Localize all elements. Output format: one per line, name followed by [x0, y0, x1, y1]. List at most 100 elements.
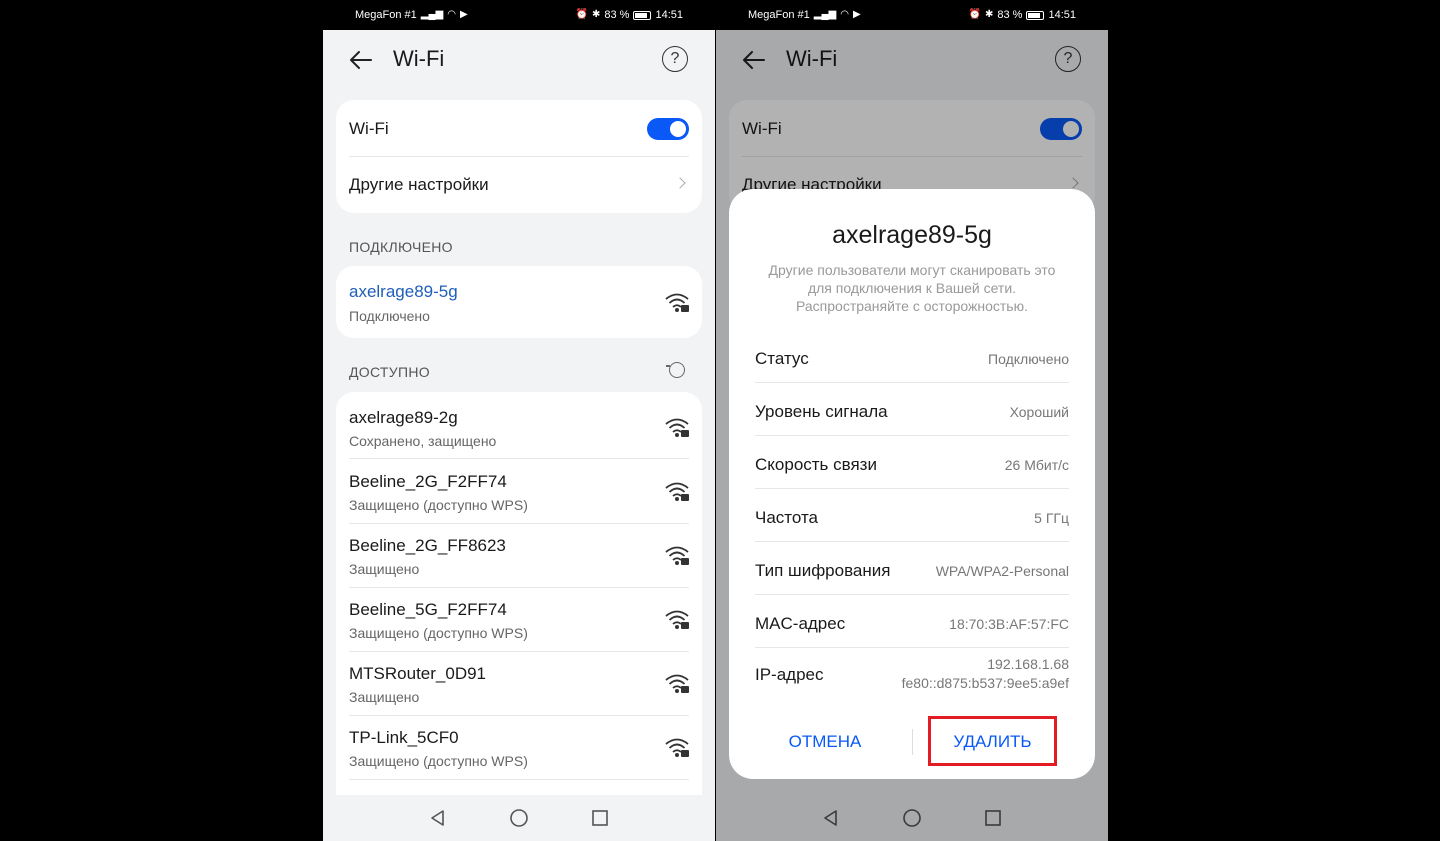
app-bar: Wi-Fi ? — [323, 30, 715, 92]
bluetooth-icon: ✱ — [592, 9, 601, 20]
detail-label: Статус — [755, 349, 809, 368]
detail-label: Уровень сигнала — [755, 402, 888, 421]
detail-row-encryption: Тип шифрования WPA/WPA2-Personal — [755, 559, 1069, 589]
detail-value: Подключено — [988, 351, 1069, 367]
wifi-locked-icon — [665, 610, 689, 629]
signal-icon: ▂▄▆ — [813, 9, 837, 20]
nav-back-icon[interactable] — [429, 809, 447, 827]
dialog-message: Другие пользователи могут сканировать эт… — [768, 262, 1056, 314]
network-status: Сохранено, защищено — [349, 433, 497, 449]
network-status: Защищено (доступно WPS) — [349, 753, 528, 769]
detail-row-frequency: Частота 5 ГГц — [755, 506, 1069, 536]
nav-recents-icon[interactable] — [591, 809, 609, 827]
battery-percent: 83 % — [604, 9, 630, 21]
divider — [755, 541, 1069, 542]
wifi-toggle-row[interactable]: Wi-Fi — [336, 100, 702, 156]
alarm-icon: ⏰ — [575, 9, 588, 20]
detail-value: WPA/WPA2-Personal — [935, 563, 1069, 579]
battery-percent: 83 % — [997, 9, 1023, 21]
network-status: Защищено — [349, 689, 420, 705]
network-row[interactable]: Beeline_2G_FF8623 Защищено — [336, 523, 702, 587]
button-separator — [912, 729, 913, 755]
wifi-label: Wi-Fi — [349, 119, 389, 138]
divider — [755, 647, 1069, 648]
detail-value: 5 ГГц — [1034, 510, 1069, 526]
network-row[interactable]: Beeline_5G_F2FF74 Защищено (доступно WPS… — [336, 587, 702, 651]
screenshot-stage: MegaFon #1 ▂▄▆ ◠ ▶ ⏰ ✱ 83 % 14:51 Wi-Fi … — [0, 0, 1440, 841]
signal-icon: ▂▄▆ — [420, 9, 444, 20]
phone-wifi-list: MegaFon #1 ▂▄▆ ◠ ▶ ⏰ ✱ 83 % 14:51 Wi-Fi … — [323, 0, 715, 841]
clock: 14:51 — [1048, 9, 1076, 21]
detail-value: 192.168.1.68 — [987, 656, 1069, 672]
connected-network-status: Подключено — [349, 308, 430, 324]
detail-value: Хороший — [1009, 404, 1069, 420]
battery-icon — [1026, 10, 1045, 20]
detail-label: MAC-адрес — [755, 614, 846, 633]
bluetooth-icon: ✱ — [985, 9, 994, 20]
network-name: Beeline_2G_F2FF74 — [349, 472, 507, 491]
chevron-right-icon — [674, 177, 686, 189]
dialog-title: axelrage89-5g — [832, 221, 992, 249]
battery-icon — [633, 10, 652, 20]
nav-home-icon[interactable] — [509, 808, 529, 828]
page-title: Wi-Fi — [393, 46, 445, 71]
network-row[interactable]: MTSRouter_0D91 Защищено — [336, 651, 702, 715]
alarm-icon: ⏰ — [968, 9, 981, 20]
detail-label: IP-адрес — [755, 665, 824, 684]
carrier-label: MegaFon #1 — [355, 9, 417, 21]
network-name: MTSRouter_0D91 — [349, 664, 487, 683]
wifi-locked-icon — [665, 738, 689, 757]
more-settings-label: Другие настройки — [349, 175, 489, 194]
divider — [755, 435, 1069, 436]
wifi-status-icon: ◠ — [840, 9, 849, 20]
wifi-locked-icon — [665, 546, 689, 565]
help-icon[interactable]: ? — [662, 46, 688, 72]
detail-row-status: Статус Подключено — [755, 347, 1069, 377]
detail-row-signal: Уровень сигнала Хороший — [755, 400, 1069, 430]
connected-network-name: axelrage89-5g — [349, 282, 458, 301]
network-row[interactable]: axelrage89-2g Сохранено, защищено — [336, 392, 702, 456]
system-nav-bar — [323, 795, 715, 841]
network-row[interactable]: TP-Link_5CF0 Защищено (доступно WPS) — [336, 715, 702, 779]
wifi-settings-card: Wi-Fi Другие настройки — [336, 100, 702, 213]
wifi-toggle[interactable] — [647, 118, 689, 140]
available-heading: ДОСТУПНО — [349, 364, 430, 380]
wifi-locked-icon — [665, 482, 689, 501]
available-networks-card: axelrage89-2g Сохранено, защищено Beelin… — [336, 392, 702, 812]
detail-row-ip: IP-адрес 192.168.1.68 fe80::d875:b537:9e… — [755, 655, 1069, 697]
play-icon: ▶ — [852, 9, 861, 20]
connected-heading: ПОДКЛЮЧЕНО — [349, 239, 453, 255]
wifi-locked-icon — [665, 293, 689, 312]
detail-value: 18:70:3B:AF:57:FC — [949, 616, 1069, 632]
network-status: Защищено — [349, 561, 420, 577]
phone-network-details: MegaFon #1 ▂▄▆ ◠ ▶ ⏰ ✱ 83 % 14:51 Wi-Fi … — [716, 0, 1108, 841]
carrier-label: MegaFon #1 — [748, 9, 810, 21]
clock: 14:51 — [655, 9, 683, 21]
status-bar: MegaFon #1 ▂▄▆ ◠ ▶ ⏰ ✱ 83 % 14:51 — [323, 0, 715, 30]
back-arrow-icon[interactable] — [347, 48, 375, 72]
more-settings-row[interactable]: Другие настройки — [336, 157, 702, 213]
network-details-dialog: axelrage89-5g Другие пользователи могут … — [729, 189, 1095, 779]
refresh-icon[interactable] — [666, 362, 685, 378]
divider — [349, 779, 689, 780]
network-status: Защищено (доступно WPS) — [349, 625, 528, 641]
wifi-locked-icon — [665, 674, 689, 693]
detail-value-ipv6: fe80::d875:b537:9ee5:a9ef — [901, 675, 1069, 691]
detail-label: Скорость связи — [755, 455, 877, 474]
network-name: Beeline_2G_FF8623 — [349, 536, 506, 555]
detail-row-link-speed: Скорость связи 26 Мбит/с — [755, 453, 1069, 483]
network-name: TP-Link_5CF0 — [349, 728, 459, 747]
divider — [755, 594, 1069, 595]
network-row[interactable]: Beeline_2G_F2FF74 Защищено (доступно WPS… — [336, 459, 702, 523]
detail-value: 26 Мбит/с — [1004, 457, 1069, 473]
network-name: Beeline_5G_F2FF74 — [349, 600, 507, 619]
status-bar: MegaFon #1 ▂▄▆ ◠ ▶ ⏰ ✱ 83 % 14:51 — [716, 0, 1108, 30]
wifi-status-icon: ◠ — [447, 9, 456, 20]
cancel-button[interactable]: ОТМЕНА — [769, 729, 881, 755]
network-status: Защищено (доступно WPS) — [349, 497, 528, 513]
connected-network-card[interactable]: axelrage89-5g Подключено — [336, 266, 702, 338]
divider — [755, 488, 1069, 489]
detail-label: Частота — [755, 508, 819, 527]
delete-button[interactable]: УДАЛИТЬ — [931, 729, 1054, 755]
play-icon: ▶ — [459, 9, 468, 20]
